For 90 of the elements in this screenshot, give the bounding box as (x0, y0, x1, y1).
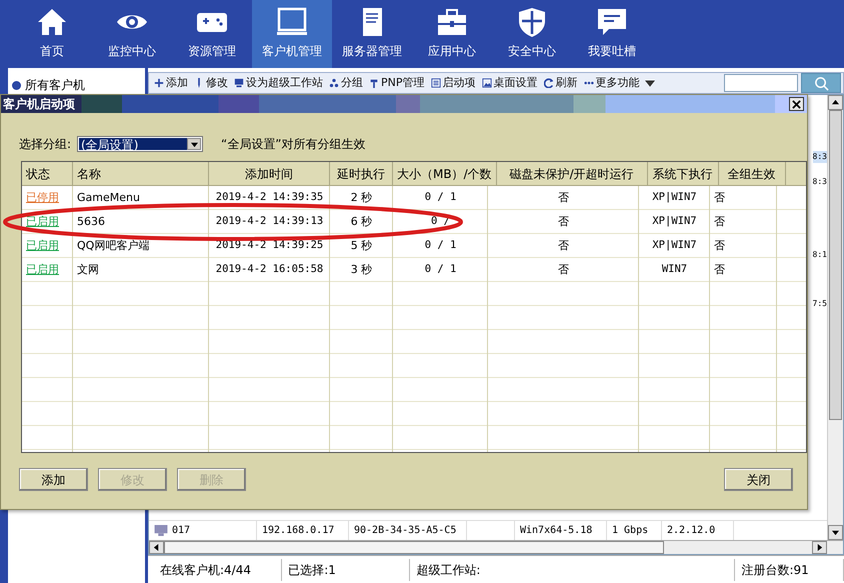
table-cell-text: 6 秒 (350, 214, 374, 230)
table-cell-text: 5 秒 (350, 238, 374, 254)
status-text: 注册台数:91 (735, 558, 844, 580)
list-icon (430, 78, 440, 88)
close-button[interactable] (789, 97, 804, 111)
status-text: 超级工作站: (410, 558, 736, 580)
table-cell-text: 2019-4-2 14:39:25 (214, 238, 324, 254)
table-cell-text: XP|WIN7 (651, 214, 698, 230)
table-cell-text: 2 秒 (350, 190, 374, 206)
table-cell-text: QQ网吧客户端 (76, 238, 150, 254)
table-cell: 8:3 (812, 176, 827, 188)
table-cell-text: XP|WIN7 (651, 190, 698, 206)
table-cell-text: 否 (557, 262, 570, 278)
column-header: 系统下执行 (648, 162, 719, 185)
table-cell-text: 5636 (76, 214, 106, 230)
table-cell-text: 否 (557, 238, 570, 254)
nav-tab[interactable]: 客户机管理 (252, 0, 332, 68)
nav-tab[interactable]: 应用中心 (412, 0, 492, 68)
column-header: 延时执行 (330, 162, 393, 185)
toolbar-button[interactable]: 设为超级工作站 (231, 74, 326, 92)
column-header: 名称 (73, 162, 209, 185)
monitor-icon (234, 78, 244, 88)
up-arrow-icon (832, 99, 839, 106)
nav-tab[interactable]: 监控中心 (92, 0, 172, 68)
table-cell: 8:3 (812, 151, 827, 164)
field-label: 选择分组: (19, 136, 72, 153)
plus-icon (154, 78, 164, 88)
nav-tab[interactable]: 资源管理 (172, 0, 252, 68)
table-cell-text: 0 / 1 (424, 190, 458, 206)
left-arrow-icon (153, 544, 160, 551)
table-cell-text: 2019-4-2 14:39:13 (214, 214, 324, 230)
table-cell-text: XP|WIN7 (651, 238, 698, 254)
table-cell-text: 否 (557, 214, 570, 230)
table-cell-text: 否 (557, 190, 570, 206)
column-header: 状态 (22, 162, 73, 185)
toolbar-button[interactable]: 分组 (326, 74, 366, 92)
toolbar-button[interactable]: 桌面设置 (478, 74, 540, 92)
bullet-icon (12, 80, 21, 90)
sidebar-item[interactable]: 所有客户机 (8, 68, 145, 94)
monitor-icon (275, 6, 309, 38)
table-cell-text: 2019-4-2 14:39:35 (214, 190, 324, 206)
table-cell-text: 否 (713, 238, 726, 254)
toolbar-button[interactable]: 刷新 (540, 74, 580, 92)
table-cell-text: 文网 (76, 262, 100, 278)
column-header: 添加时间 (209, 162, 330, 185)
table-cell-text: 0 / 1 (424, 238, 458, 254)
table-cell-text: GameMenu (76, 190, 141, 206)
horizontal-scrollbar[interactable] (149, 540, 843, 554)
search-field[interactable] (724, 74, 798, 92)
status-text: 在线客户机:4/44 (154, 558, 282, 580)
search-icon (814, 76, 828, 90)
group-dropdown[interactable]: (全局设置) (77, 136, 204, 152)
refresh-icon (544, 78, 554, 88)
table-cell-text: WIN7 (660, 262, 688, 278)
computer-icon (154, 525, 168, 536)
table-cell-text: 否 (713, 262, 726, 278)
vertical-scrollbar[interactable] (827, 95, 843, 540)
nav-tab[interactable]: 首页 (12, 0, 92, 68)
status-text: 已选择:1 (282, 558, 410, 580)
image-icon (482, 78, 492, 88)
close-icon (792, 100, 801, 108)
hint-text: “全局设置”对所有分组生效 (221, 136, 366, 153)
table-cell-text: 2019-4-2 16:05:58 (214, 262, 324, 278)
dialog-button[interactable]: 添加 (19, 468, 88, 491)
table-cell-text: 0 / 1 (424, 262, 458, 278)
column-header: 全组生效 (718, 162, 786, 185)
nav-tab[interactable]: 服务器管理 (332, 0, 412, 68)
nav-tab[interactable]: 我要吐槽 (572, 0, 652, 68)
toolbox-icon (435, 6, 469, 38)
dots-icon (329, 78, 339, 88)
toolbar-button[interactable]: PNP管理 (366, 74, 428, 92)
toolbar-button[interactable]: 添加 (151, 74, 191, 92)
down-arrow-icon (832, 529, 839, 536)
nav-tab[interactable]: 安全中心 (492, 0, 572, 68)
table-cell-text: 否 (713, 214, 726, 230)
toolbar-button[interactable]: 修改 (191, 74, 231, 92)
right-arrow-icon (816, 544, 823, 551)
column-header: 磁盘未保护/开超时运行 (496, 162, 648, 185)
table-cell-text: 否 (713, 190, 726, 206)
toolbar-button[interactable]: 启动项 (428, 74, 478, 92)
caret-icon (190, 140, 198, 148)
close-dialog-button[interactable]: 关闭 (724, 468, 793, 491)
toolbar-button[interactable]: 更多功能 (580, 74, 658, 92)
table-cell: 7:5 (812, 298, 827, 310)
caret-icon (644, 78, 654, 88)
column-header: 大小（MB）/个数 (393, 162, 497, 185)
dialog-title: 客户机启动项 (2, 96, 75, 113)
chat-icon (595, 6, 629, 38)
table-cell: 8:1 (812, 249, 827, 262)
table-cell-text: 3 秒 (350, 262, 374, 278)
